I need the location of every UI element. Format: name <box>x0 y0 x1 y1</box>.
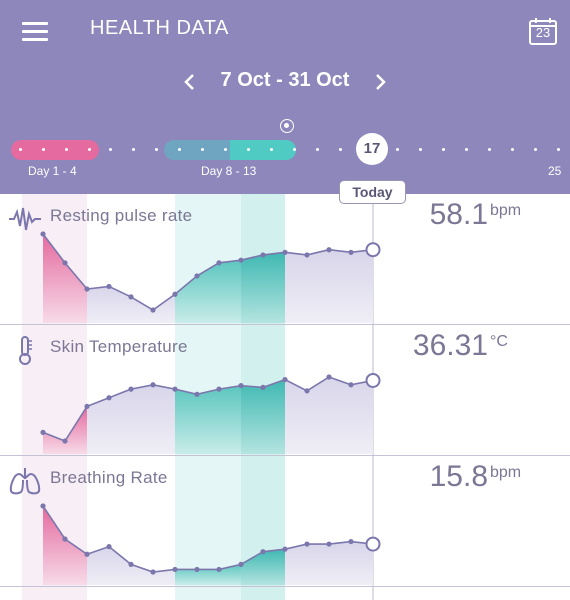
timeline-day-dot <box>315 148 319 151</box>
pulse-icon <box>9 207 41 231</box>
timeline-day-dot <box>108 148 112 151</box>
timeline-day-dot <box>464 148 468 151</box>
timeline-day-dot <box>441 148 445 151</box>
metric-unit: °C <box>490 333 508 350</box>
timeline-day-dot <box>200 148 204 151</box>
timeline-day-dot <box>269 148 273 151</box>
timeline-day-dot <box>18 148 22 151</box>
timeline-day-dot <box>418 148 422 151</box>
timeline-day-dot <box>177 148 181 151</box>
metric-name: Skin Temperature <box>50 337 188 356</box>
thermometer-icon <box>19 336 32 365</box>
header-bar: HEALTH DATA 23 7 Oct - 31 Oct Day 1 - 4 … <box>0 0 570 194</box>
metric-name: Resting pulse rate <box>50 206 193 225</box>
timeline-day-dot <box>292 148 296 151</box>
lungs-icon <box>9 468 41 495</box>
metric-name: Breathing Rate <box>50 468 168 487</box>
timeline-day-dot <box>87 148 91 151</box>
metric-value: 15.8 <box>429 460 488 493</box>
timeline-day-dot <box>41 148 45 151</box>
timeline-day-dot <box>338 148 342 151</box>
timeline-day-dot <box>556 148 560 151</box>
period-range-label: Day 1 - 4 <box>28 164 77 178</box>
metric-unit: bpm <box>490 202 522 219</box>
metric-unit: bpm <box>490 464 522 481</box>
timeline-day-dot <box>223 148 227 151</box>
timeline-day-dot <box>154 148 158 151</box>
timeline-day-dot <box>533 148 537 151</box>
metric-value: 58.1 <box>429 198 488 231</box>
metric-value: 36.31 <box>412 329 488 362</box>
fertile-range-label: Day 8 - 13 <box>201 164 257 178</box>
timeline-end-day: 25 <box>548 164 562 178</box>
timeline-day-dot <box>510 148 514 151</box>
metric-resting-pulse[interactable]: Resting pulse rate 58.1 bpm <box>0 194 570 325</box>
timeline-day-dot <box>395 148 399 151</box>
timeline-day-dot <box>64 148 68 151</box>
today-badge: Today <box>339 180 406 204</box>
timeline-day-dot <box>131 148 135 151</box>
metric-skin-temperature[interactable]: Skin Temperature 36.31 °C <box>0 325 570 456</box>
timeline-dots <box>0 0 570 194</box>
today-marker[interactable]: 17 <box>356 133 388 165</box>
timeline-day-dot <box>246 148 250 151</box>
metric-breathing-rate[interactable]: Breathing Rate 15.8 bpm <box>0 456 570 587</box>
timeline-day-dot <box>487 148 491 151</box>
